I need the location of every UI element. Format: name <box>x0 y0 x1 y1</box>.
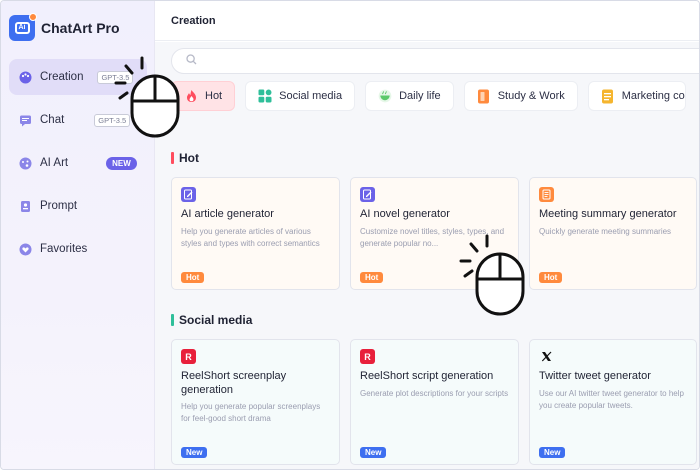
hot-tag: Hot <box>360 272 384 283</box>
sidebar-item-prompt[interactable]: Prompt <box>9 188 147 224</box>
card-ai-article-generator[interactable]: AI article generator Help you generate a… <box>171 177 340 290</box>
heart-icon <box>19 243 32 256</box>
section-accent-bar <box>171 314 174 326</box>
tab-label: Social media <box>279 90 343 102</box>
hot-tag: Hot <box>181 272 205 283</box>
card-meeting-summary-generator[interactable]: Meeting summary generator Quickly genera… <box>529 177 697 290</box>
tab-label: Study & Work <box>497 90 565 102</box>
tab-marketing[interactable]: Marketing co <box>587 81 686 111</box>
card-title: AI novel generator <box>360 208 450 220</box>
new-tag: New <box>539 447 566 458</box>
sidebar-item-label: Chat <box>40 114 65 126</box>
hot-tag: Hot <box>539 272 563 283</box>
sidebar-item-label: Prompt <box>40 200 78 212</box>
card-title: Meeting summary generator <box>539 208 677 220</box>
header: Creation <box>155 1 699 41</box>
section-title-text: Social media <box>179 313 253 327</box>
art-icon <box>19 157 32 170</box>
new-tag: New <box>360 447 387 458</box>
section-title-social-media: Social media <box>171 313 252 327</box>
card-twitter-tweet-generator[interactable]: Twitter tweet generator Use our AI twitt… <box>529 339 697 465</box>
logo-dot <box>29 13 37 21</box>
logo-text: Ai <box>14 22 30 34</box>
tab-label: Marketing co <box>621 90 685 102</box>
card-description: Help you generate articles of various st… <box>181 226 320 248</box>
tab-label: Hot <box>205 90 223 102</box>
category-tabs: Hot Social media Daily life Study & Work <box>171 81 686 111</box>
bowl-icon <box>378 89 392 103</box>
note-icon <box>601 89 615 103</box>
section-accent-bar <box>171 152 174 164</box>
tab-daily-life[interactable]: Daily life <box>365 81 454 111</box>
page-title: Creation <box>171 14 216 27</box>
card-description: Help you generate popular screenplays fo… <box>181 402 321 423</box>
section-title-hot: Hot <box>171 151 199 165</box>
search-input[interactable] <box>205 55 685 67</box>
mouse-click-icon <box>459 234 525 316</box>
mouse-click-icon <box>114 56 180 138</box>
card-description: Use our AI twitter tweet generator to he… <box>539 388 684 410</box>
reelshort-icon: R <box>181 349 196 364</box>
document-edit-icon <box>360 187 375 202</box>
brand-name: ChatArt Pro <box>41 20 120 36</box>
grid-icon <box>258 89 272 103</box>
tab-label: Daily life <box>399 90 441 102</box>
card-title: ReelShort script generation <box>360 370 494 382</box>
card-description: Generate plot descriptions for your scri… <box>360 388 509 398</box>
sidebar-item-label: Favorites <box>40 243 88 255</box>
app-logo-icon: Ai <box>9 13 37 41</box>
book-icon <box>477 89 491 103</box>
reelshort-icon: R <box>360 349 375 364</box>
palette-icon <box>19 71 32 84</box>
new-tag: New <box>181 447 208 458</box>
main-content: Creation Hot Social media Daily life Stu… <box>155 1 699 469</box>
notes-icon <box>539 187 554 202</box>
card-title: AI article generator <box>181 208 274 220</box>
sidebar-item-favorites[interactable]: Favorites <box>9 231 147 267</box>
card-reelshort-screenplay-generation[interactable]: R ReelShort screenplay generation Help y… <box>171 339 340 465</box>
sidebar-item-label: AI Art <box>40 157 69 169</box>
sidebar-item-label: Creation <box>40 71 84 83</box>
card-title: ReelShort screenplay generation <box>181 370 287 396</box>
chat-icon <box>19 114 32 127</box>
brand[interactable]: Ai ChatArt Pro <box>9 13 120 41</box>
search-bar[interactable] <box>171 48 699 74</box>
document-edit-icon <box>181 187 196 202</box>
app-window: Ai ChatArt Pro Creation GPT-3.5 Chat GPT… <box>0 0 700 470</box>
card-title: Twitter tweet generator <box>539 370 651 382</box>
x-logo-icon <box>539 349 554 364</box>
tab-study-work[interactable]: Study & Work <box>463 81 578 111</box>
card-description: Quickly generate meeting summaries <box>539 226 672 236</box>
tab-social-media[interactable]: Social media <box>245 81 356 111</box>
card-reelshort-script-generation[interactable]: R ReelShort script generation Generate p… <box>350 339 519 465</box>
prompt-icon <box>19 200 32 213</box>
search-icon <box>186 52 197 70</box>
sidebar-item-ai-art[interactable]: AI Art NEW <box>9 145 147 181</box>
fire-icon <box>184 89 198 103</box>
new-badge: NEW <box>106 156 137 170</box>
section-title-text: Hot <box>179 151 199 165</box>
